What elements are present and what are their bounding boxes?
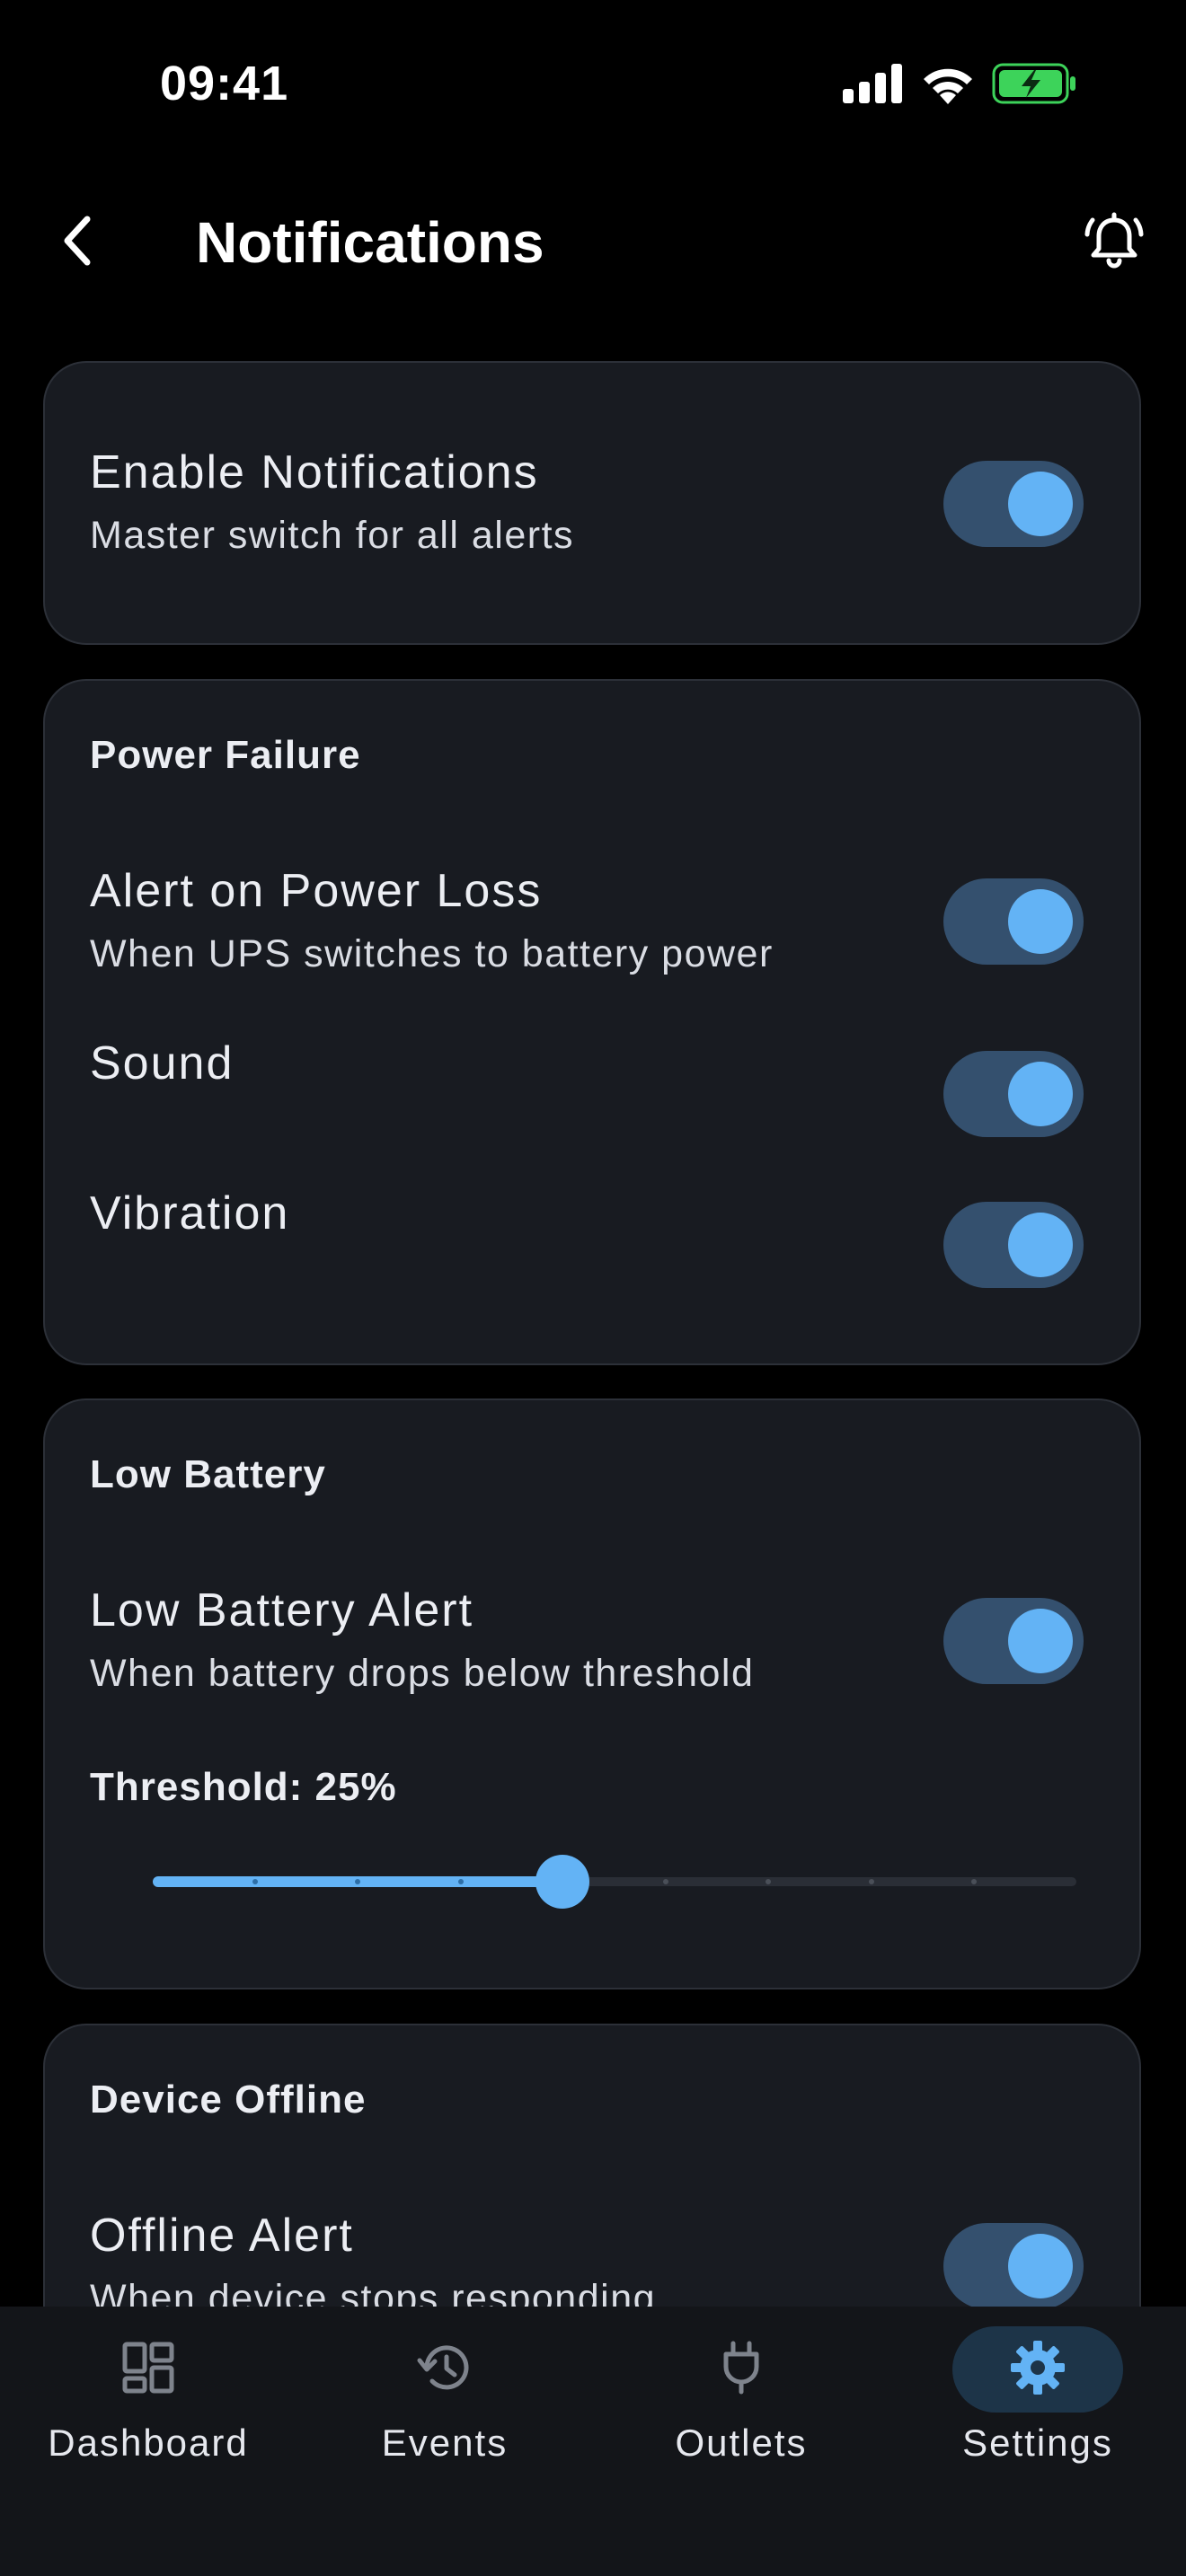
nav-icon-container (63, 2326, 234, 2413)
slider-tick (868, 1879, 874, 1884)
low-battery-section-title: Low Battery (90, 1452, 326, 1496)
history-icon (416, 2341, 474, 2399)
wifi-icon (920, 63, 976, 109)
master-switch-card: Enable Notifications Master switch for a… (43, 361, 1141, 645)
sound-label: Sound (90, 1037, 235, 1090)
nav-item-dashboard[interactable]: Dashboard (0, 2307, 296, 2522)
enable-notifications-subtitle: Master switch for all alerts (90, 514, 575, 557)
dashboard-icon (122, 2342, 174, 2398)
alert-power-loss-subtitle: When UPS switches to battery power (90, 932, 774, 975)
low-battery-alert-title: Low Battery Alert (90, 1584, 474, 1636)
bottom-navigation: Dashboard Events Outlets Settings (0, 2307, 1186, 2576)
slider-tick (970, 1879, 977, 1884)
chevron-left-icon (58, 214, 94, 272)
enable-notifications-title: Enable Notifications (90, 446, 539, 498)
nav-label-events: Events (381, 2422, 509, 2464)
enable-notifications-toggle[interactable] (943, 461, 1084, 547)
toggle-knob (1008, 1062, 1073, 1126)
nav-item-settings[interactable]: Settings (890, 2307, 1186, 2522)
bell-ring-icon (1084, 211, 1144, 275)
notification-settings-button[interactable] (1076, 205, 1152, 280)
slider-thumb[interactable] (535, 1855, 590, 1909)
nav-label-dashboard: Dashboard (48, 2422, 249, 2464)
slider-tick (457, 1879, 464, 1884)
toggle-knob (1008, 1213, 1073, 1277)
nav-icon-container (656, 2326, 827, 2413)
header: Notifications (0, 180, 1186, 305)
toggle-knob (1008, 889, 1073, 954)
toggle-knob (1008, 1609, 1073, 1673)
alert-power-loss-title: Alert on Power Loss (90, 865, 543, 917)
threshold-label: Threshold: 25% (90, 1765, 397, 1809)
status-icons (843, 63, 1078, 108)
device-offline-section-title: Device Offline (90, 2078, 367, 2122)
nav-label-outlets: Outlets (675, 2422, 808, 2464)
sound-toggle[interactable] (943, 1051, 1084, 1137)
vibration-label: Vibration (90, 1187, 290, 1239)
nav-icon-container (359, 2326, 530, 2413)
toggle-knob (1008, 472, 1073, 536)
status-bar: 09:41 (0, 0, 1186, 171)
gear-icon (1009, 2339, 1067, 2401)
nav-label-settings: Settings (962, 2422, 1113, 2464)
battery-charging-icon (992, 63, 1078, 109)
plug-icon (719, 2340, 764, 2400)
offline-alert-toggle[interactable] (943, 2223, 1084, 2309)
low-battery-alert-toggle[interactable] (943, 1598, 1084, 1684)
page-title: Notifications (196, 210, 544, 275)
nav-icon-container (952, 2326, 1123, 2413)
nav-item-events[interactable]: Events (296, 2307, 593, 2522)
low-battery-alert-subtitle: When battery drops below threshold (90, 1652, 755, 1695)
status-time: 09:41 (160, 57, 289, 110)
power-failure-section-title: Power Failure (90, 733, 361, 777)
alert-power-loss-toggle[interactable] (943, 878, 1084, 965)
signal-icon (843, 63, 904, 108)
power-failure-card: Power Failure Alert on Power Loss When U… (43, 679, 1141, 1365)
offline-alert-title: Offline Alert (90, 2210, 354, 2262)
vibration-toggle[interactable] (943, 1202, 1084, 1288)
back-button[interactable] (45, 207, 108, 278)
nav-item-outlets[interactable]: Outlets (593, 2307, 890, 2522)
low-battery-card: Low Battery Low Battery Alert When batte… (43, 1398, 1141, 1989)
toggle-knob (1008, 2234, 1073, 2298)
threshold-slider[interactable] (153, 1855, 1076, 1909)
